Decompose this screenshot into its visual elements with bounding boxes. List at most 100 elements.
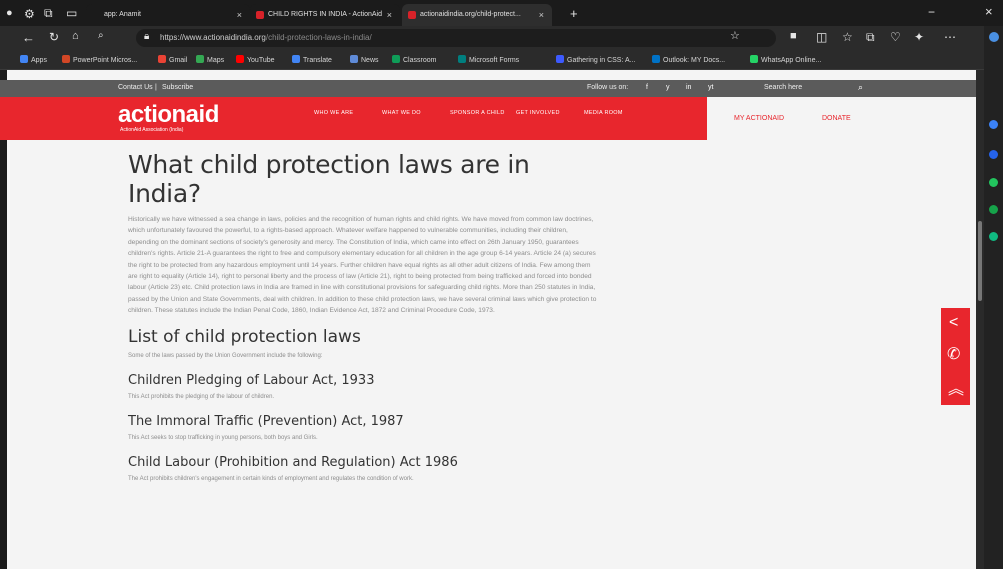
bookmark-item[interactable]: PowerPoint Micros...: [62, 55, 137, 64]
my-actionaid-link[interactable]: MY ACTIONAID: [734, 115, 784, 122]
vertical-tabs-icon[interactable]: ▭: [66, 7, 77, 19]
close-icon[interactable]: ×: [539, 4, 544, 26]
youtube-icon[interactable]: yt: [708, 84, 713, 91]
home-icon[interactable]: ⌂: [72, 31, 79, 42]
bookmark-icon: [158, 55, 166, 63]
close-icon[interactable]: ×: [237, 4, 242, 26]
logo-tagline: ActionAid Association (India): [120, 127, 184, 133]
menu-icon[interactable]: ⋯: [944, 31, 956, 43]
law-description: This Act prohibits the pledging of the l…: [128, 393, 275, 400]
bookmark-icon: [750, 55, 758, 63]
tab-child-rights[interactable]: CHILD RIGHTS IN INDIA - ActionAid ×: [250, 4, 400, 26]
bookmark-icon: [196, 55, 204, 63]
bookmark-icon: [392, 55, 400, 63]
new-tab-button[interactable]: +: [570, 7, 578, 20]
sidebar-profile-icon[interactable]: [989, 32, 999, 42]
bookmark-item[interactable]: Classroom: [392, 55, 436, 64]
bookmark-item[interactable]: Maps: [196, 55, 224, 64]
url-domain: https://www.actionaidindia.org: [160, 33, 266, 42]
tab-label: CHILD RIGHTS IN INDIA - ActionAid: [268, 11, 382, 18]
follow-us-label: Follow us on:: [587, 84, 629, 91]
twitter-icon[interactable]: y: [666, 84, 670, 91]
sidebar-app-icon[interactable]: [989, 120, 998, 129]
contact-us-link[interactable]: Contact Us: [118, 84, 153, 91]
nav-who-we-are[interactable]: WHO WE ARE: [314, 109, 374, 117]
bookmark-label: Maps: [207, 57, 225, 64]
search-placeholder: Search here: [764, 84, 803, 91]
linkedin-icon[interactable]: in: [686, 84, 691, 91]
list-intro: Some of the laws passed by the Union Gov…: [128, 352, 323, 359]
bookmark-label: PowerPoint Micros...: [73, 57, 138, 64]
bookmark-label: Classroom: [403, 57, 437, 64]
bookmark-item[interactable]: WhatsApp Online...: [750, 55, 821, 64]
law-description: The Act prohibits children's engagement …: [128, 475, 414, 482]
sidebar-app-icon[interactable]: [989, 232, 998, 241]
bookmark-icon: [20, 55, 28, 63]
browser-essentials-icon[interactable]: ♡: [890, 31, 901, 43]
site-search-input[interactable]: Search here: [760, 81, 852, 95]
law-title: Child Labour (Prohibition and Regulation…: [128, 454, 458, 470]
subscribe-link[interactable]: Subscribe: [162, 84, 193, 91]
scrollbar-thumb[interactable]: [978, 221, 982, 301]
actionaid-favicon-icon: [408, 11, 416, 19]
search-icon[interactable]: ⌕: [98, 31, 104, 41]
whatsapp-icon[interactable]: ✆: [947, 344, 960, 364]
edge-sidebar: [984, 26, 1003, 569]
bookmark-label: WhatsApp Online...: [761, 57, 822, 64]
bookmark-icon: [350, 55, 358, 63]
workspaces-icon[interactable]: ⚙: [24, 8, 35, 20]
facebook-icon[interactable]: f: [646, 84, 648, 91]
tab-actions-icon[interactable]: ⧉: [44, 7, 53, 19]
copilot-icon[interactable]: ✦: [914, 31, 924, 43]
sidebar-app-icon[interactable]: [989, 150, 998, 159]
close-icon[interactable]: ×: [387, 4, 392, 26]
page-scrollbar[interactable]: [976, 70, 984, 569]
search-icon[interactable]: ⌕: [858, 82, 863, 93]
actionaid-favicon-icon: [256, 11, 264, 19]
sidebar-app-icon[interactable]: [989, 178, 998, 187]
close-window-button[interactable]: ×: [985, 5, 993, 18]
profile-icon[interactable]: ●: [6, 8, 13, 19]
bookmark-item[interactable]: Translate: [292, 55, 332, 64]
collections-icon[interactable]: ⧉: [866, 31, 875, 43]
back-icon[interactable]: ←: [22, 31, 35, 44]
bookmark-label: Microsoft Forms: [469, 57, 520, 64]
bookmark-item[interactable]: Outlook: MY Docs...: [652, 55, 725, 64]
bookmark-icon: [292, 55, 300, 63]
bookmark-item[interactable]: News: [350, 55, 379, 64]
refresh-icon[interactable]: ↻: [49, 31, 59, 43]
bookmark-item[interactable]: Gmail: [158, 55, 187, 64]
tab-app[interactable]: app: Anamit ×: [86, 4, 250, 26]
share-icon[interactable]: <: [949, 314, 958, 332]
minimize-button[interactable]: −: [928, 6, 935, 18]
sidebar-app-icon[interactable]: [989, 205, 998, 214]
nav-what-we-do[interactable]: WHAT WE DO: [382, 109, 442, 117]
nav-get-involved[interactable]: GET INVOLVED: [516, 109, 576, 117]
favorites-icon[interactable]: ☆: [842, 31, 853, 43]
scroll-top-icon[interactable]: ︽: [948, 375, 964, 399]
extension-icon[interactable]: ■: [790, 31, 797, 42]
bookmark-label: Outlook: MY Docs...: [663, 57, 726, 64]
tab-label: actionaidindia.org/child-protect...: [420, 11, 521, 18]
favorite-star-icon[interactable]: ☆: [730, 31, 740, 42]
split-screen-icon[interactable]: ◫: [816, 31, 827, 43]
nav-sponsor-a-child[interactable]: SPONSOR A CHILD: [450, 109, 510, 117]
donate-link[interactable]: DONATE: [822, 115, 851, 122]
nav-media-room[interactable]: MEDIA ROOM: [584, 109, 644, 117]
bookmark-item[interactable]: YouTube: [236, 55, 275, 64]
url-path: /child-protection-laws-in-india/: [265, 33, 372, 42]
bookmark-label: News: [361, 57, 379, 64]
list-heading: List of child protection laws: [128, 326, 361, 347]
article-paragraph: Historically we have witnessed a sea cha…: [128, 216, 597, 315]
article-content: What child protection laws are in India?…: [128, 150, 598, 482]
bookmark-icon: [62, 55, 70, 63]
lock-icon[interactable]: 🔒︎: [144, 32, 149, 42]
url-text: https://www.actionaidindia.org/child-pro…: [160, 33, 372, 42]
bookmark-icon: [236, 55, 244, 63]
bookmark-item[interactable]: Microsoft Forms: [458, 55, 519, 64]
tab-active[interactable]: actionaidindia.org/child-protect... ×: [402, 4, 552, 26]
actionaid-logo[interactable]: actionaid: [118, 103, 219, 127]
bookmark-item[interactable]: Apps: [20, 55, 47, 64]
bookmark-icon: [652, 55, 660, 63]
bookmark-item[interactable]: Gathering in CSS: A...: [556, 55, 635, 64]
